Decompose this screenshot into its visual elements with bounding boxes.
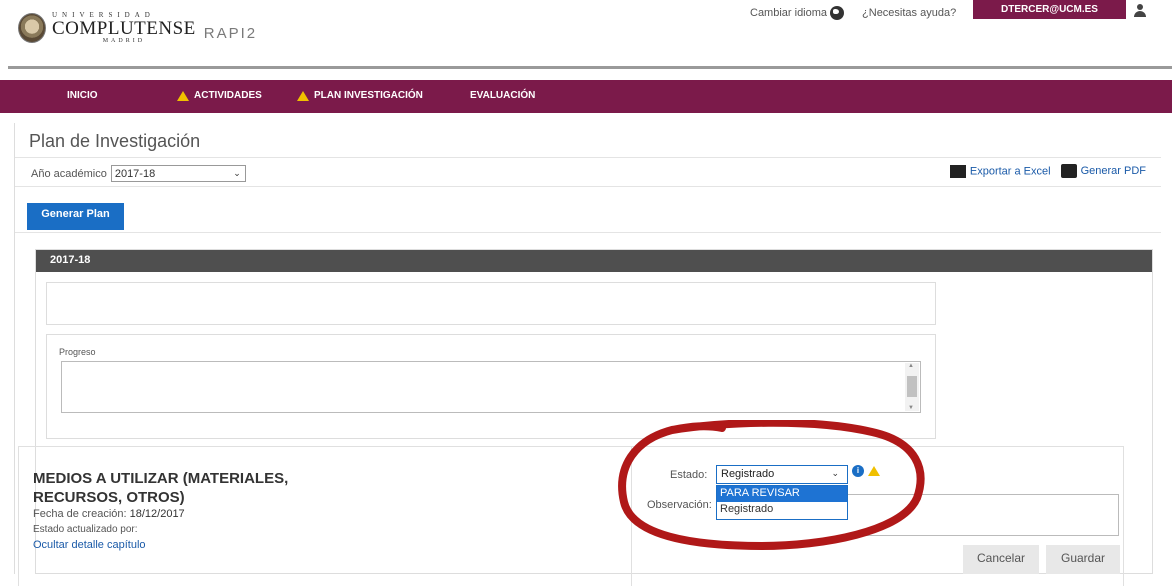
scrollbar[interactable]: ▲ ▼ — [905, 363, 919, 411]
nav-evaluacion[interactable]: EVALUACIÓN — [470, 90, 535, 101]
option-para-revisar[interactable]: PARA REVISAR — [717, 486, 847, 502]
logo-main-text: COMPLUTENSE — [52, 18, 196, 39]
export-actions: Exportar a Excel Generar PDF — [949, 164, 1146, 178]
panel-header[interactable]: 2017-18 — [36, 250, 1152, 272]
ucm-logo[interactable]: UNIVERSIDAD COMPLUTENSE MADRID RAPI2 — [18, 12, 257, 44]
progress-textarea[interactable]: ▲ ▼ — [61, 361, 921, 413]
updated-by: Estado actualizado por: — [33, 524, 138, 535]
generate-pdf-link[interactable]: Generar PDF — [1060, 164, 1146, 178]
header-divider — [8, 66, 1172, 69]
user-icon[interactable] — [1134, 4, 1146, 17]
hide-detail-link[interactable]: Ocultar detalle capítulo — [33, 539, 146, 551]
app-name: RAPI2 — [203, 24, 258, 42]
estado-select[interactable]: Registrado ⌄ — [716, 465, 848, 484]
top-links: Cambiar idioma ¿Necesitas ayuda? — [750, 6, 956, 20]
observacion-label: Observación: — [647, 499, 712, 511]
chevron-down-icon: ⌄ — [233, 168, 241, 178]
academic-year-row: Año académico 2017-18 ⌄ — [31, 165, 246, 182]
summary-box — [46, 282, 936, 325]
help-link[interactable]: ¿Necesitas ayuda? — [862, 7, 956, 19]
chevron-down-icon: ⌄ — [831, 468, 839, 478]
creation-date: Fecha de creación: 18/12/2017 — [33, 508, 185, 520]
university-seal-icon — [18, 13, 46, 43]
generate-plan-button[interactable]: Generar Plan — [27, 203, 124, 230]
year-label: Año académico — [31, 167, 107, 180]
logo-sub-text: MADRID — [102, 38, 146, 44]
export-icon — [949, 164, 966, 178]
progress-box: Progreso ▲ ▼ — [46, 334, 936, 439]
user-menu[interactable]: DTERCER@UCM.ES — [973, 0, 1126, 19]
warning-icon — [297, 90, 309, 101]
change-language-link[interactable]: Cambiar idioma — [750, 6, 845, 20]
main-nav: INICIO ACTIVIDADES PLAN INVESTIGACIÓN EV… — [0, 80, 1172, 113]
chapter-title: MEDIOS A UTILIZAR (MATERIALES, RECURSOS,… — [33, 470, 289, 506]
printer-icon — [1060, 164, 1077, 178]
scroll-up-icon[interactable]: ▲ — [908, 363, 914, 369]
page-title: Plan de Investigación — [29, 131, 201, 151]
scroll-down-icon[interactable]: ▼ — [908, 405, 914, 411]
export-excel-link[interactable]: Exportar a Excel — [949, 164, 1051, 178]
scroll-thumb[interactable] — [907, 376, 917, 397]
header: UNIVERSIDAD COMPLUTENSE MADRID RAPI2 Cam… — [0, 0, 1172, 66]
globe-icon — [830, 6, 845, 20]
nav-plan-investigacion[interactable]: PLAN INVESTIGACIÓN — [297, 90, 423, 101]
estado-dropdown: PARA REVISAR Registrado — [716, 485, 848, 520]
estado-label: Estado: — [670, 469, 708, 481]
nav-actividades[interactable]: ACTIVIDADES — [177, 90, 262, 101]
info-icon[interactable]: i — [852, 465, 864, 477]
academic-year-select[interactable]: 2017-18 ⌄ — [110, 165, 246, 182]
option-registrado[interactable]: Registrado — [717, 502, 847, 518]
save-button[interactable]: Guardar — [1046, 545, 1120, 574]
progress-label: Progreso — [59, 347, 96, 357]
observacion-field[interactable] — [848, 494, 1119, 536]
cancel-button[interactable]: Cancelar — [963, 545, 1039, 574]
warning-icon — [868, 466, 880, 476]
nav-inicio[interactable]: INICIO — [67, 90, 98, 101]
warning-icon — [177, 90, 189, 101]
